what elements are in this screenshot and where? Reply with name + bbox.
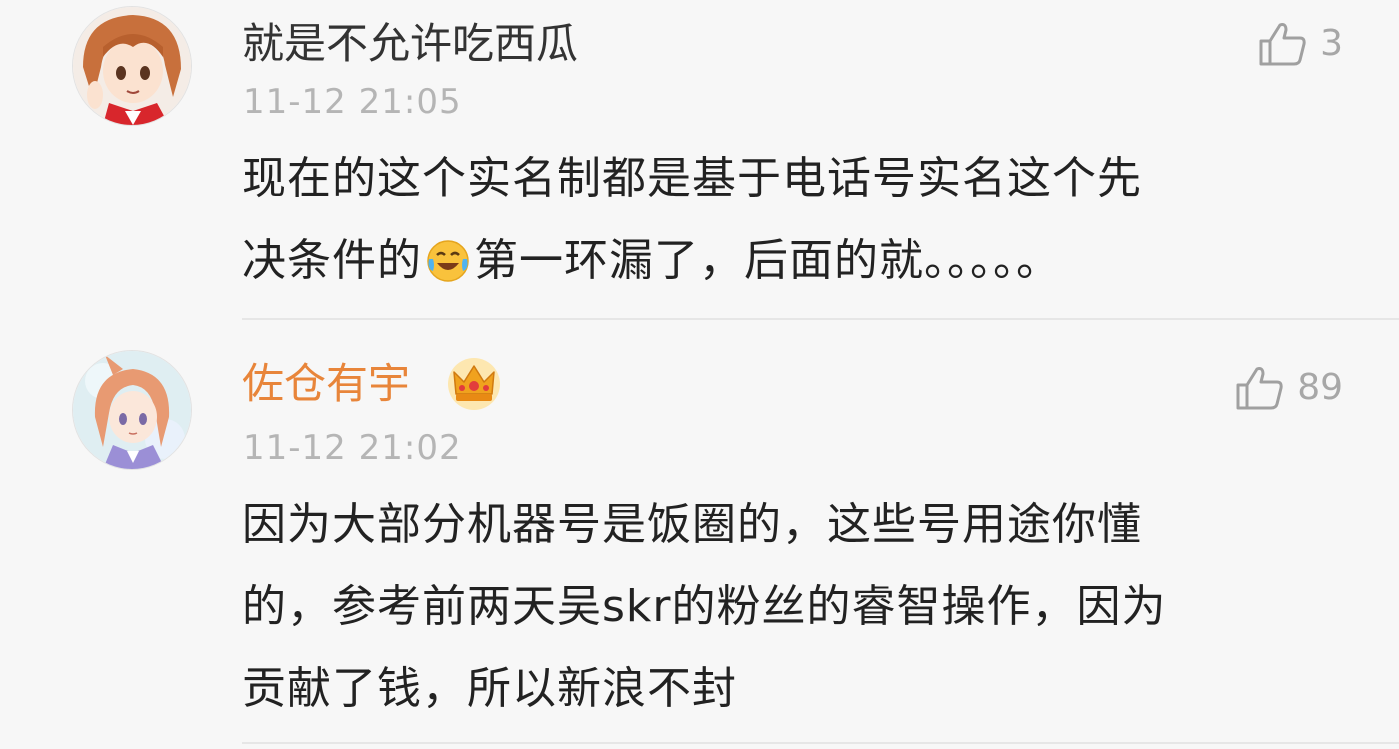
comment-item: 就是不允许吃西瓜 11-12 21:05 3 现在的这个实名制都是基于电话号实名…	[0, 0, 1399, 320]
avatar-image	[73, 351, 191, 469]
comment-text-segment: 决条件的	[242, 235, 422, 286]
like-button[interactable]: 3	[1258, 18, 1343, 70]
avatar[interactable]	[72, 350, 192, 470]
comment-item: 佐仓有宇 11-12 21:02 89 因为大部分机器号是饭圈的，这些号用途你懂…	[0, 322, 1399, 740]
comment-timestamp: 11-12 21:02	[243, 428, 462, 468]
thumbs-up-icon	[1236, 367, 1283, 410]
like-count: 3	[1320, 23, 1343, 64]
comment-text-line: 的，参考前两天吴skr的粉丝的睿智操作，因为	[242, 581, 1167, 632]
comment-divider	[242, 742, 1399, 744]
comment-username[interactable]: 就是不允许吃西瓜	[242, 20, 578, 68]
vip-crown-icon[interactable]	[446, 356, 502, 412]
avatar-image	[73, 7, 191, 125]
comment-text-line: 贡献了钱，所以新浪不封	[242, 663, 737, 714]
comment-body: 因为大部分机器号是饭圈的，这些号用途你懂 的，参考前两天吴skr的粉丝的睿智操作…	[242, 484, 1342, 730]
comment-timestamp: 11-12 21:05	[243, 82, 462, 122]
like-count: 89	[1297, 367, 1343, 408]
comment-divider	[242, 318, 1399, 320]
comment-text-line: 因为大部分机器号是饭圈的，这些号用途你懂	[242, 499, 1142, 550]
comment-text-line: 决条件的 第一环漏了，后面的就。。。。。	[242, 220, 1342, 302]
thumbs-up-icon	[1259, 23, 1306, 66]
laugh-cry-emoji-icon	[427, 240, 469, 282]
avatar[interactable]	[72, 6, 192, 126]
comment-body: 现在的这个实名制都是基于电话号实名这个先 决条件的 第一环漏了，后面的就。。。。…	[242, 138, 1342, 302]
comment-username[interactable]: 佐仓有宇	[242, 360, 410, 408]
like-button[interactable]: 89	[1235, 362, 1343, 414]
comment-text-segment: 第一环漏了，后面的就。。。。。	[474, 235, 1061, 286]
comment-text-line: 现在的这个实名制都是基于电话号实名这个先	[242, 153, 1142, 204]
